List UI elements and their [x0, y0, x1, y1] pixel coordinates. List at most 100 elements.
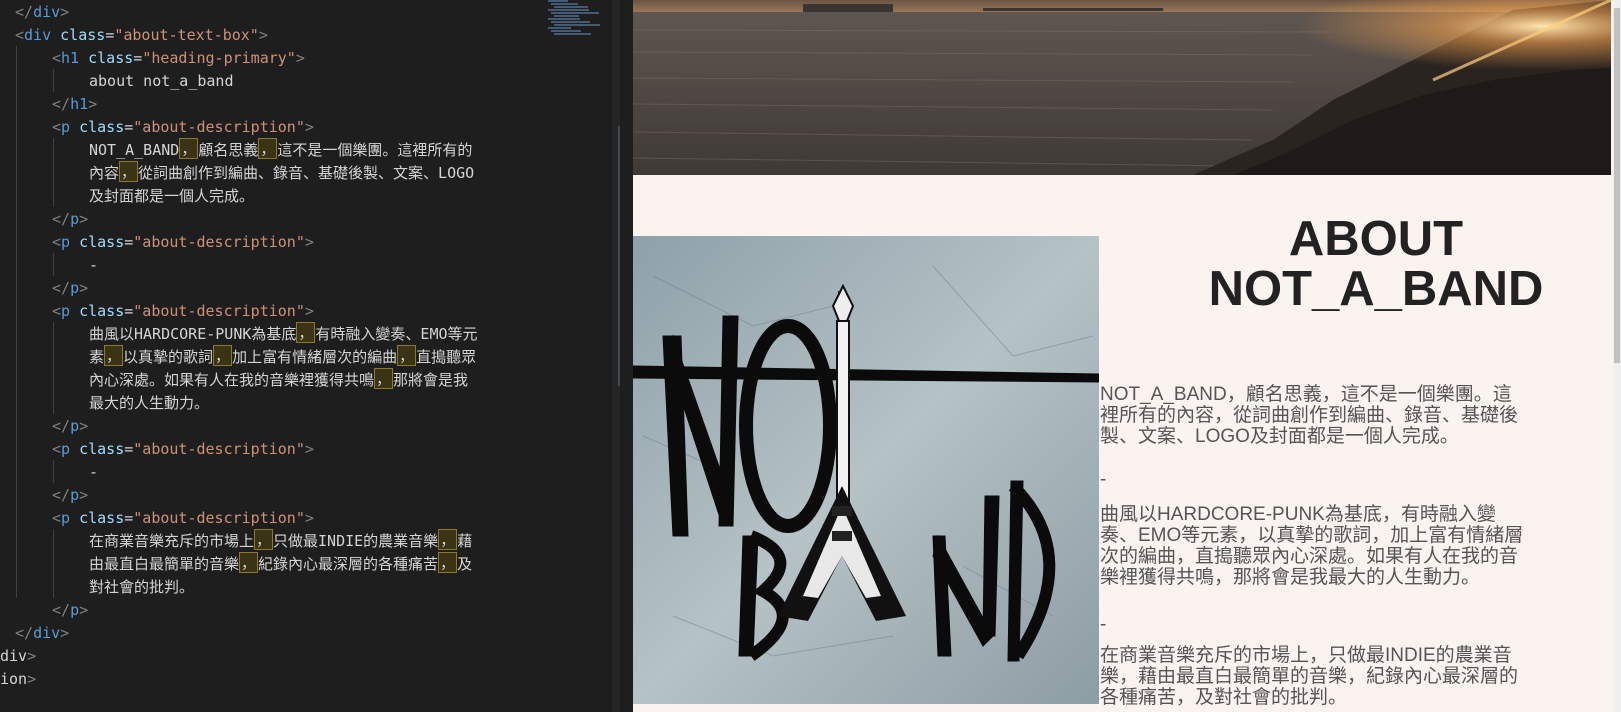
minimap-line: [554, 6, 588, 8]
code-token: =: [105, 26, 115, 44]
code-token: </: [52, 417, 71, 435]
code-token: class: [79, 118, 125, 136]
code-line[interactable]: </div>: [15, 621, 69, 645]
code-token: >: [295, 49, 305, 67]
code-token: >: [27, 670, 37, 688]
code-editor-pane[interactable]: </div> <div class="about-text-box"> <h1 cl…: [0, 0, 620, 712]
code-line[interactable]: about not_a_band: [89, 69, 234, 93]
code-line[interactable]: </p>: [52, 598, 88, 622]
code-area[interactable]: </div> <div class="about-text-box"> <h1 cl…: [0, 0, 560, 712]
code-token: </: [52, 95, 71, 113]
code-line[interactable]: NOT_A_BAND，顧名思義，這不是一個樂團。這裡所有的: [89, 138, 472, 162]
minimap-line: [554, 24, 600, 26]
code-token: >: [258, 26, 268, 44]
code-token: 以真摯的歌詞: [123, 348, 214, 366]
code-token: =: [124, 509, 134, 527]
code-line[interactable]: <p class="about-description">: [52, 437, 314, 461]
code-token: "about-description": [133, 509, 305, 527]
code-line[interactable]: 在商業音樂充斥的市場上，只做最INDIE的農業音樂，藉: [89, 529, 472, 553]
editor-scrollbar-thumb[interactable]: [618, 126, 620, 386]
code-line[interactable]: -: [89, 253, 98, 277]
minimap-line: [548, 0, 568, 2]
code-token: =: [133, 49, 143, 67]
code-token: 藉: [457, 532, 473, 550]
code-token: 素: [89, 348, 105, 366]
description-line: 裡所有的內容，從詞曲創作到編曲、錄音、基礎後: [1100, 405, 1519, 426]
code-line[interactable]: 曲風以HARDCORE-PUNK為基底，有時融入變奏、EMO等元: [89, 322, 478, 346]
code-token: 那將會是我: [393, 371, 469, 389]
code-line[interactable]: 由最直白最簡單的音樂，紀錄內心最深層的各種痛苦，及: [89, 552, 472, 576]
code-token: >: [79, 601, 89, 619]
description-line: 曲風以HARDCORE-PUNK為基底，有時融入變: [1100, 504, 1496, 525]
code-token: 顧名思義: [198, 141, 259, 159]
code-line[interactable]: <p class="about-description">: [52, 230, 314, 254]
description-line: -: [1100, 614, 1107, 635]
description-line: 製、文案、LOGO及封面都是一個人完成。: [1100, 426, 1459, 447]
code-line[interactable]: 最大的人生動力。: [89, 391, 209, 415]
code-token: 直搗聽眾: [416, 348, 477, 366]
highlighted-comma: ，: [254, 529, 274, 550]
minimap-line: [551, 12, 599, 14]
code-line[interactable]: </h1>: [52, 92, 97, 116]
code-token: 由最直白最簡單的音樂: [89, 555, 240, 573]
code-token: 從詞曲創作到編曲、錄音、基礎後製、文案、LOGO: [138, 164, 475, 182]
code-token: "heading-primary": [142, 49, 296, 67]
code-line[interactable]: </p>: [52, 207, 88, 231]
code-line[interactable]: </p>: [52, 414, 88, 438]
code-token: 內心深處。如果有人在我的音樂裡獲得共鳴: [89, 371, 375, 389]
code-token: p: [70, 486, 80, 504]
code-line[interactable]: 內心深處。如果有人在我的音樂裡獲得共鳴，那將會是我: [89, 368, 468, 392]
code-token: >: [27, 647, 37, 665]
code-line[interactable]: <p class="about-description">: [52, 506, 314, 530]
code-token: <: [52, 118, 62, 136]
code-line[interactable]: -: [89, 460, 98, 484]
minimap-line: [551, 30, 581, 32]
code-line[interactable]: 素，以真摯的歌詞，加上富有情緒層次的編曲，直搗聽眾: [89, 345, 476, 369]
code-token: >: [60, 3, 70, 21]
code-token: =: [124, 302, 134, 320]
code-token: div: [33, 624, 61, 642]
code-token: "about-text-box": [114, 26, 259, 44]
code-token: </: [52, 279, 71, 297]
code-line[interactable]: ion>: [0, 667, 36, 691]
code-token: </: [52, 486, 71, 504]
about-description: 曲風以HARDCORE-PUNK為基底，有時融入變 奏、EMO等元素，以真摯的歌詞…: [1100, 504, 1575, 588]
highlighted-comma: ，: [179, 138, 199, 159]
code-token: 最大的人生動力。: [89, 394, 210, 412]
indent-guide: [53, 460, 54, 483]
description-line: 樂裡獲得共鳴，那將會是我最大的人生動力。: [1100, 567, 1481, 588]
code-token: 只做最INDIE的農業音樂: [273, 532, 439, 550]
code-token: p: [61, 440, 80, 458]
code-line[interactable]: 對社會的批判。: [89, 575, 194, 599]
code-line[interactable]: <div class="about-text-box">: [15, 23, 268, 47]
preview-scrollbar-thumb[interactable]: [1614, 8, 1620, 363]
minimap[interactable]: [548, 0, 608, 40]
code-token: >: [79, 417, 89, 435]
code-line[interactable]: 內容，從詞曲創作到編曲、錄音、基礎後製、文案、LOGO: [89, 161, 474, 185]
code-token: =: [124, 233, 134, 251]
minimap-line: [554, 33, 591, 35]
code-token: class: [79, 233, 125, 251]
code-line[interactable]: <p class="about-description">: [52, 115, 314, 139]
code-line[interactable]: </p>: [52, 276, 88, 300]
highlighted-comma: ，: [213, 345, 233, 366]
code-token: </: [52, 601, 71, 619]
code-token: p: [70, 279, 80, 297]
code-token: about not_a_band: [89, 72, 234, 90]
code-token: </: [15, 624, 34, 642]
code-line[interactable]: <p class="about-description">: [52, 299, 314, 323]
code-line[interactable]: </div>: [15, 0, 69, 24]
minimap-line: [551, 21, 590, 23]
code-token: p: [61, 509, 80, 527]
code-token: >: [60, 624, 70, 642]
indent-guide: [16, 46, 17, 598]
code-line[interactable]: </p>: [52, 483, 88, 507]
code-token: 對社會的批判。: [89, 578, 195, 596]
code-token: <: [52, 302, 62, 320]
code-line[interactable]: 及封面都是一個人完成。: [89, 184, 254, 208]
indent-guide: [53, 322, 54, 414]
description-line: 在商業音樂充斥的市場上，只做最INDIE的農業音: [1100, 645, 1512, 666]
code-line[interactable]: <h1 class="heading-primary">: [52, 46, 305, 70]
minimap-line: [548, 27, 571, 29]
code-line[interactable]: div>: [0, 644, 36, 668]
